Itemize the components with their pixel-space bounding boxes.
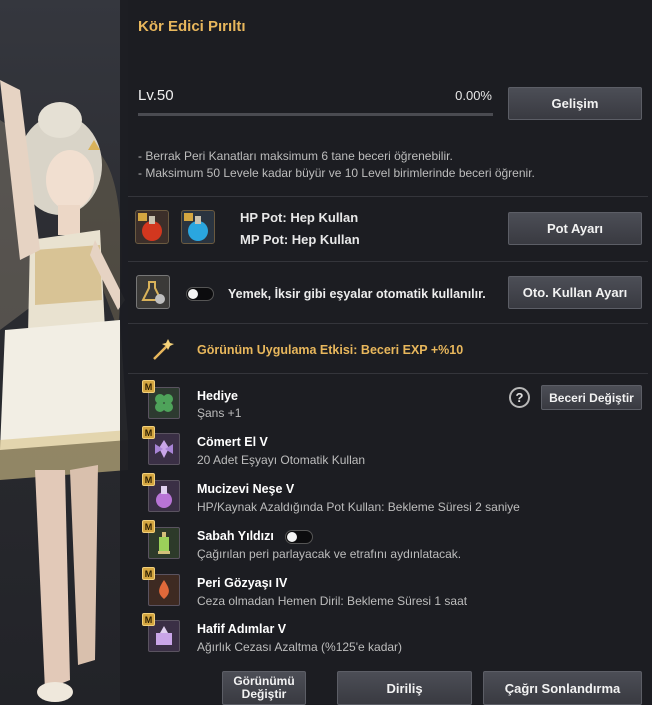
divider bbox=[128, 261, 648, 262]
skill-rank-badge: M bbox=[142, 567, 155, 580]
exp-percent: 0.00% bbox=[455, 88, 492, 103]
skill-name: Mucizevi Neşe V bbox=[197, 482, 295, 496]
help-icon[interactable]: ? bbox=[509, 387, 530, 408]
note-line: - Berrak Peri Kanatları maksimum 6 tane … bbox=[138, 149, 453, 163]
page-title: Kör Edici Pırıltı bbox=[138, 18, 246, 35]
exp-progress-bar bbox=[138, 113, 493, 116]
skill-name: Cömert El V bbox=[197, 435, 268, 449]
mp-potion-setting: MP Pot: Hep Kullan bbox=[240, 232, 360, 247]
skill-name: Hediye bbox=[197, 389, 238, 403]
appearance-effect-text: Görünüm Uygulama Etkisi: Beceri EXP +%10 bbox=[197, 343, 464, 357]
skill-name: Sabah Yıldızı bbox=[197, 529, 274, 543]
end-summon-button[interactable]: Çağrı Sonlandırma bbox=[483, 671, 642, 705]
skill-rank-badge: M bbox=[142, 380, 155, 393]
skill-description: Çağırılan peri parlayacak ve etrafını ay… bbox=[197, 547, 462, 561]
fairy-info-panel: Kör Edici Pırıltı Lv.50 0.00% Gelişim - … bbox=[120, 0, 652, 705]
change-appearance-button[interactable]: Görünümü Değiştir bbox=[222, 671, 306, 705]
revive-button[interactable]: Diriliş bbox=[337, 671, 472, 705]
skill-name: Hafif Adımlar V bbox=[197, 622, 287, 636]
divider bbox=[128, 196, 648, 197]
skill-description: HP/Kaynak Azaldığında Pot Kullan: Beklem… bbox=[197, 500, 520, 514]
magic-wand-icon bbox=[150, 337, 176, 363]
toggle-knob bbox=[287, 532, 297, 542]
auto-use-settings-button[interactable]: Oto. Kullan Ayarı bbox=[508, 276, 642, 309]
potion-settings-button[interactable]: Pot Ayarı bbox=[508, 212, 642, 245]
skill-rank-badge: M bbox=[142, 520, 155, 533]
auto-use-text: Yemek, İksir gibi eşyalar otomatik kulla… bbox=[228, 287, 486, 301]
mp-potion-icon bbox=[181, 210, 215, 244]
info-notes: - Berrak Peri Kanatları maksimum 6 tane … bbox=[138, 148, 535, 182]
change-skill-button[interactable]: Beceri Değiştir bbox=[541, 385, 642, 410]
skill-rank-badge: M bbox=[142, 613, 155, 626]
skill-description: Ağırlık Cezası Azaltma (%125'e kadar) bbox=[197, 640, 403, 654]
auto-use-toggle[interactable] bbox=[186, 287, 214, 301]
growth-button[interactable]: Gelişim bbox=[508, 87, 642, 120]
skill-description: Şans +1 bbox=[197, 406, 242, 420]
skill-description: Ceza olmadan Hemen Diril: Bekleme Süresi… bbox=[197, 594, 468, 608]
skill-description: 20 Adet Eşyayı Otomatik Kullan bbox=[197, 453, 366, 467]
skill-rank-badge: M bbox=[142, 426, 155, 439]
morning-star-toggle[interactable] bbox=[285, 530, 313, 544]
hp-potion-setting: HP Pot: Hep Kullan bbox=[240, 210, 359, 225]
divider bbox=[128, 323, 648, 324]
flask-gear-icon bbox=[136, 275, 170, 309]
hp-potion-icon bbox=[135, 210, 169, 244]
note-line: - Maksimum 50 Levele kadar büyür ve 10 L… bbox=[138, 166, 535, 180]
fairy-portrait bbox=[0, 0, 128, 705]
divider bbox=[128, 373, 648, 374]
toggle-knob bbox=[188, 289, 198, 299]
skill-rank-badge: M bbox=[142, 473, 155, 486]
skill-name: Peri Gözyaşı IV bbox=[197, 576, 288, 590]
level-label: Lv.50 bbox=[138, 87, 174, 104]
